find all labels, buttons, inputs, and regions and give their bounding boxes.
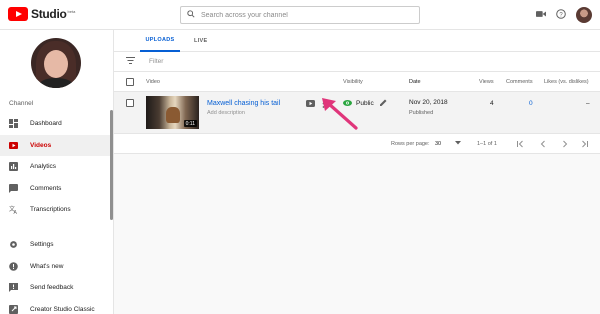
sidebar-item-label: Comments: [30, 184, 62, 192]
sidebar-item-videos[interactable]: Videos: [0, 134, 110, 156]
select-all-cell: [126, 72, 134, 92]
create-video-icon[interactable]: [536, 10, 546, 20]
sidebar-item-label: Settings: [30, 241, 54, 249]
content-tabs: UPLOADS LIVE: [114, 30, 600, 52]
publish-status: Published: [409, 110, 434, 116]
edit-pencil-icon[interactable]: [379, 99, 387, 108]
video-thumbnail[interactable]: 0:11: [146, 96, 199, 129]
sidebar-item-label: Creator Studio Classic: [30, 305, 95, 313]
creator-studio-classic-icon: [9, 304, 18, 314]
sidebar-item-label: Videos: [30, 141, 52, 149]
svg-text:A: A: [14, 210, 18, 214]
tab-uploads[interactable]: UPLOADS: [140, 30, 180, 52]
sidebar-item-send-feedback[interactable]: Send feedback: [0, 277, 110, 299]
sidebar-item-label: Transcriptions: [30, 206, 71, 214]
studio-logo[interactable]: Studio beta: [8, 7, 75, 21]
column-header-comments[interactable]: Comments: [506, 72, 533, 92]
sidebar-scrollbar[interactable]: [110, 110, 113, 220]
feedback-icon: [9, 283, 18, 293]
sidebar-bottom-nav: Settings What's new Send feedback Creato…: [0, 234, 110, 314]
column-header-date[interactable]: Date: [409, 72, 421, 92]
sidebar-item-analytics[interactable]: Analytics: [0, 156, 110, 178]
filter-input[interactable]: Filter: [149, 58, 163, 65]
column-header-video: Video: [146, 79, 160, 85]
help-icon[interactable]: ?: [556, 9, 566, 21]
first-page-icon[interactable]: [516, 134, 524, 154]
sidebar-item-label: Send feedback: [30, 284, 74, 292]
likes-value: –: [586, 100, 590, 107]
sidebar-item-transcriptions[interactable]: 文A Transcriptions: [0, 199, 110, 221]
page-range: 1–1 of 1: [477, 141, 497, 147]
select-all-checkbox[interactable]: [126, 78, 134, 86]
pagination-bar: Rows per page: 30 1–1 of 1: [114, 134, 600, 154]
column-header-visibility: Visibility: [343, 79, 363, 85]
sidebar-item-whats-new[interactable]: What's new: [0, 256, 110, 278]
upload-date: Nov 20, 2018: [409, 99, 448, 106]
sidebar-item-label: Analytics: [30, 163, 57, 171]
previous-page-icon[interactable]: [539, 134, 547, 154]
sidebar-nav: Dashboard Videos Analytics Comments 文A T…: [0, 113, 110, 221]
transcriptions-icon: 文A: [9, 205, 18, 214]
filter-bar[interactable]: Filter: [114, 52, 600, 72]
comments-count[interactable]: 0: [529, 100, 533, 107]
rows-per-page-select[interactable]: 30: [435, 134, 462, 154]
next-page-icon[interactable]: [561, 134, 569, 154]
sidebar-item-creator-studio-classic[interactable]: Creator Studio Classic: [0, 299, 110, 314]
youtube-logo-icon: [8, 7, 28, 21]
sidebar: Channel Dashboard Videos Analytics Comme…: [0, 30, 114, 314]
account-avatar[interactable]: [576, 7, 592, 23]
row-checkbox[interactable]: [126, 99, 134, 107]
search-icon: [187, 10, 195, 20]
video-duration: 0:11: [183, 120, 197, 127]
column-header-views[interactable]: Views: [479, 72, 494, 92]
channel-avatar[interactable]: [31, 38, 81, 88]
sidebar-item-dashboard[interactable]: Dashboard: [0, 113, 110, 135]
search-box[interactable]: [180, 6, 420, 24]
settings-icon: [9, 240, 18, 249]
logo-badge: beta: [67, 8, 76, 14]
sidebar-section-label: Channel: [9, 100, 34, 107]
dashboard-icon: [9, 119, 18, 129]
comments-icon: [9, 183, 18, 193]
sidebar-item-comments[interactable]: Comments: [0, 178, 110, 200]
youtube-watch-icon[interactable]: [306, 100, 315, 109]
analytics-icon: [9, 162, 18, 172]
sidebar-item-settings[interactable]: Settings: [0, 234, 110, 256]
logo-text: Studio: [31, 7, 67, 21]
rows-per-page-label: Rows per page:: [391, 141, 430, 147]
views-count: 4: [490, 100, 494, 107]
videos-icon: [9, 141, 18, 150]
column-header-likes[interactable]: Likes (vs. dislikes): [544, 72, 589, 92]
video-description[interactable]: Add description: [207, 110, 245, 116]
rows-per-page-value: 30: [435, 141, 442, 147]
sidebar-item-label: What's new: [30, 262, 64, 270]
tab-live[interactable]: LIVE: [194, 30, 207, 52]
search-input[interactable]: [201, 11, 401, 19]
annotation-arrow-icon: [322, 98, 358, 130]
video-title[interactable]: Maxwell chasing his tail: [207, 100, 280, 107]
sidebar-item-label: Dashboard: [30, 120, 62, 128]
filter-icon[interactable]: [126, 57, 135, 66]
whats-new-icon: [9, 261, 18, 271]
dropdown-arrow-icon: [455, 141, 462, 147]
content-background: [114, 154, 600, 314]
top-bar: Studio beta ?: [0, 0, 600, 30]
table-header: Video Visibility Date Views Comments Lik…: [114, 72, 600, 92]
last-page-icon[interactable]: [581, 134, 589, 154]
